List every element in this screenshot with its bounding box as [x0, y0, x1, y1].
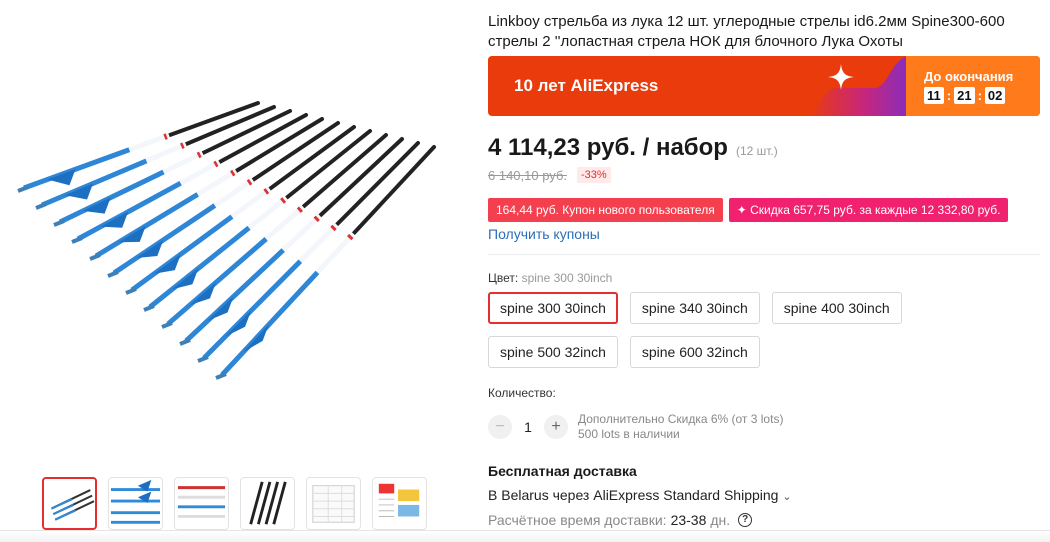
- current-price: 4 114,23 руб. / набор: [488, 134, 728, 161]
- bottom-overlay: [0, 530, 1050, 542]
- price-unit: (12 шт.): [735, 144, 778, 158]
- arrows-image-icon: [51, 489, 95, 521]
- variant-spine-400[interactable]: spine 400 30inch: [771, 292, 902, 324]
- thumbnail-2[interactable]: [108, 477, 163, 530]
- thumbnail-4[interactable]: [240, 477, 295, 530]
- variant-label-text: Цвет:: [488, 271, 519, 285]
- arrows-image-icon: [249, 481, 287, 525]
- old-price: 6 140,10 руб.: [488, 167, 568, 183]
- variant-spine-500[interactable]: spine 500 32inch: [488, 336, 618, 368]
- product-title: Linkboy стрельба из лука 12 шт. углеродн…: [488, 13, 1005, 50]
- stock-text: 500 lots в наличии: [578, 427, 680, 441]
- thumbnail-3[interactable]: [174, 477, 229, 530]
- extra-discount-text: Дополнительно Скидка 6% (от 3 lots): [578, 412, 784, 426]
- countdown-timer: 11 : 21 : 02: [924, 87, 1040, 104]
- eta-unit: дн.: [710, 512, 731, 528]
- variant-label: Цвет: spine 300 30inch: [488, 271, 612, 285]
- quantity-increase-button[interactable]: +: [544, 415, 568, 439]
- quantity-label: Количество:: [488, 386, 556, 400]
- divider: [488, 254, 1040, 255]
- arrow-shape: [179, 137, 404, 346]
- countdown-label: До окончания: [924, 69, 1014, 84]
- eta-label: Расчётное время доставки:: [488, 512, 667, 528]
- thumbnail-6[interactable]: [372, 477, 427, 530]
- price-row: 4 114,23 руб. / набор (12 шт.): [488, 134, 778, 162]
- eta-days: 23-38: [670, 512, 707, 528]
- shipping-method-text: В Belarus через AliExpress Standard Ship…: [488, 487, 779, 503]
- countdown-sep: :: [977, 88, 982, 103]
- countdown-seconds: 02: [984, 87, 1006, 104]
- countdown-sep: :: [946, 88, 952, 103]
- shipping-method-selector[interactable]: В Belarus через AliExpress Standard Ship…: [488, 487, 792, 503]
- thumbnail-1[interactable]: [42, 477, 97, 530]
- countdown-hours: 11: [924, 87, 944, 104]
- arrows-image-icon: [110, 479, 161, 524]
- quantity-value[interactable]: 1: [512, 419, 544, 435]
- variant-row-1: spine 300 30inch spine 340 30inch spine …: [488, 292, 1040, 324]
- thumbnail-5[interactable]: [306, 477, 361, 530]
- quantity-stepper: − 1 + Дополнительно Скидка 6% (от 3 lots…: [488, 412, 783, 442]
- countdown: До окончания 11 : 21 : 02: [906, 56, 1040, 116]
- spend-discount-coupon[interactable]: ✦ Скидка 657,75 руб. за каждые 12 332,80…: [728, 198, 1009, 222]
- quantity-decrease-button[interactable]: −: [488, 415, 512, 439]
- variant-selected-value: spine 300 30inch: [521, 271, 613, 285]
- variant-spine-300[interactable]: spine 300 30inch: [488, 292, 618, 324]
- old-price-row: 6 140,10 руб. -33%: [488, 167, 611, 183]
- delivery-estimate: Расчётное время доставки: 23-38 дн. ?: [488, 512, 753, 528]
- spec-sheet-image-icon: [378, 483, 420, 517]
- arrows-image-icon: [177, 486, 226, 518]
- countdown-minutes: 21: [954, 87, 975, 104]
- get-coupons-link[interactable]: Получить купоны: [488, 226, 600, 242]
- variant-row-2: spine 500 32inch spine 600 32inch: [488, 336, 1040, 368]
- variant-spine-600[interactable]: spine 600 32inch: [629, 336, 760, 368]
- main-product-image[interactable]: [8, 8, 460, 466]
- sparkle-icon: [828, 64, 854, 90]
- coupon-row: 164,44 руб. Купон нового пользователя ✦ …: [488, 198, 1009, 222]
- promo-label: 10 лет AliExpress: [514, 76, 659, 95]
- thumbnail-strip: [42, 477, 427, 530]
- quantity-note: Дополнительно Скидка 6% (от 3 lots) 500 …: [578, 412, 783, 442]
- variant-spine-340[interactable]: spine 340 30inch: [629, 292, 760, 324]
- shipping-title: Бесплатная доставка: [488, 463, 637, 479]
- chevron-down-icon: ⌄: [782, 491, 792, 503]
- promo-banner[interactable]: 10 лет AliExpress До окончания 11 : 21 :…: [488, 56, 1040, 116]
- new-user-coupon[interactable]: 164,44 руб. Купон нового пользователя: [488, 198, 723, 222]
- help-icon[interactable]: ?: [738, 513, 753, 527]
- spec-table-image-icon: [312, 485, 355, 523]
- arrows-image-icon: [17, 101, 436, 380]
- arrow-shape: [35, 105, 276, 210]
- discount-badge: -33%: [577, 167, 611, 183]
- variant-options: spine 300 30inch spine 340 30inch spine …: [488, 292, 1040, 368]
